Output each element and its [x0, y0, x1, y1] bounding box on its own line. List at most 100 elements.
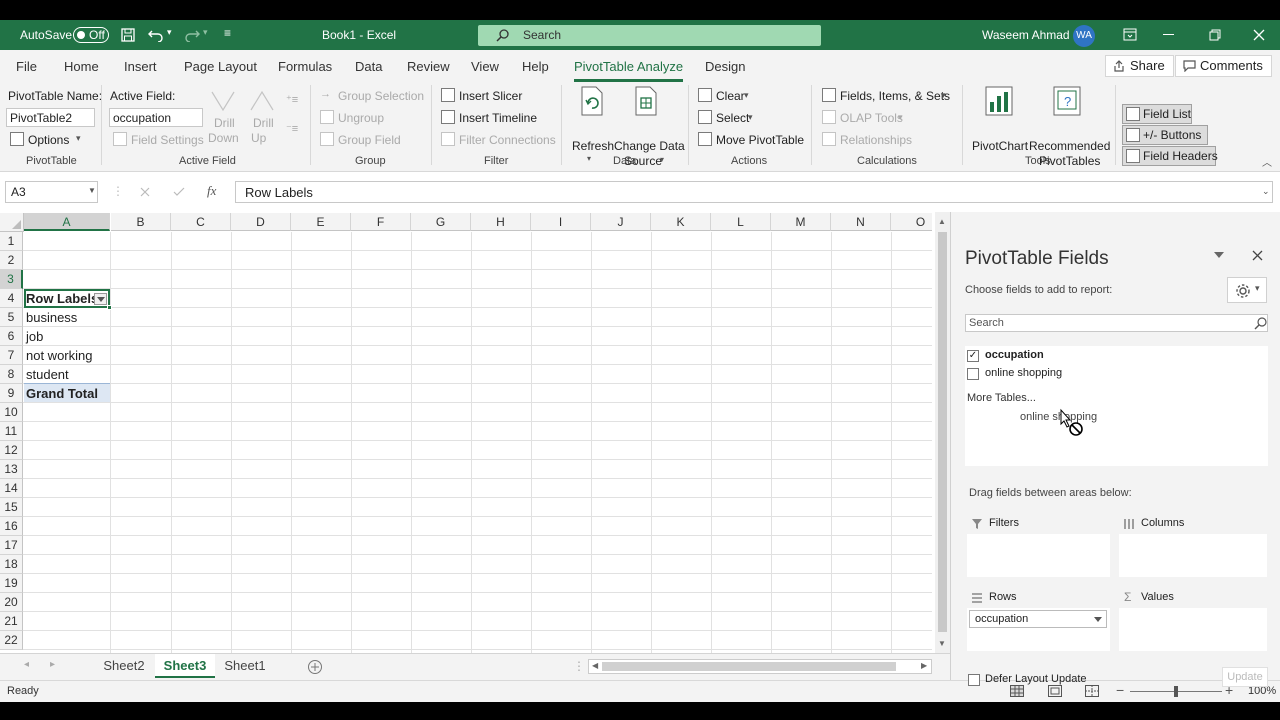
tab-split-icon[interactable]: ⋮ [573, 659, 585, 673]
column-header-a[interactable]: A [24, 213, 110, 231]
tab-home[interactable]: Home [64, 59, 99, 74]
column-header-i[interactable]: I [531, 213, 591, 231]
collapse-field-icon[interactable]: ⁻≡ [286, 122, 298, 135]
refresh-dropdown-icon[interactable]: ▾ [587, 154, 591, 163]
tools-button[interactable]: ▾ [1227, 277, 1267, 303]
field-occupation[interactable]: occupation [985, 349, 1044, 361]
group-selection-button[interactable]: Group Selection [338, 89, 424, 103]
fields-items-sets-dropdown-icon[interactable]: ▾ [941, 90, 946, 101]
row-header-11[interactable]: 11 [0, 422, 23, 441]
scroll-down-icon[interactable]: ▼ [938, 639, 946, 648]
row-header-6[interactable]: 6 [0, 327, 23, 346]
cell-a8[interactable]: Grand Total [24, 384, 98, 403]
field-headers-button[interactable]: Field Headers [1143, 149, 1218, 163]
scroll-right-icon[interactable]: ▶ [921, 661, 927, 670]
column-header-m[interactable]: M [771, 213, 831, 231]
row-header-5[interactable]: 5 [0, 308, 23, 327]
tab-data[interactable]: Data [355, 59, 382, 74]
tab-view[interactable]: View [471, 59, 499, 74]
row-header-21[interactable]: 21 [0, 612, 23, 631]
sheet-tab-sheet3[interactable]: Sheet3 [155, 654, 215, 678]
field-settings-button[interactable]: Field Settings [131, 133, 204, 147]
refresh-button[interactable]: Refresh [572, 139, 614, 153]
avatar[interactable]: WA [1073, 25, 1095, 47]
select-dropdown-icon[interactable]: ▾ [748, 112, 753, 123]
select-button[interactable]: Select [716, 111, 749, 125]
expand-field-icon[interactable]: ⁺≡ [286, 93, 298, 106]
row-header-10[interactable]: 10 [0, 403, 23, 422]
change-data-dropdown-icon[interactable]: ▾ [660, 155, 664, 164]
row-header-19[interactable]: 19 [0, 574, 23, 593]
update-button[interactable]: Update [1222, 667, 1268, 687]
minimize-icon[interactable] [1163, 34, 1175, 36]
user-name[interactable]: Waseem Ahmad [982, 28, 1070, 42]
sheet-tab-sheet2[interactable]: Sheet2 [95, 654, 153, 678]
row-header-7[interactable]: 7 [0, 346, 23, 365]
zoom-slider-thumb[interactable] [1174, 686, 1178, 697]
field-search-input[interactable]: Search [965, 314, 1268, 332]
clear-button[interactable]: Clear [716, 89, 745, 103]
row-header-18[interactable]: 18 [0, 555, 23, 574]
field-checkbox-occupation[interactable]: ✓ [967, 350, 979, 362]
drill-up-label-2[interactable]: Up [251, 131, 266, 145]
column-header-l[interactable]: L [711, 213, 771, 231]
pivottable-name-input[interactable]: PivotTable2 [6, 108, 95, 127]
row-header-17[interactable]: 17 [0, 536, 23, 555]
row-header-13[interactable]: 13 [0, 460, 23, 479]
defer-layout-checkbox[interactable] [968, 674, 980, 686]
insert-timeline-button[interactable]: Insert Timeline [459, 111, 537, 125]
customize-qat-icon[interactable]: ≡ [224, 26, 231, 40]
move-pivottable-button[interactable]: Move PivotTable [716, 133, 804, 147]
insert-function-icon[interactable]: fx [207, 183, 216, 199]
insert-slicer-button[interactable]: Insert Slicer [459, 89, 522, 103]
tab-pivottable-analyze[interactable]: PivotTable Analyze [574, 59, 684, 82]
sheet-tab-sheet1[interactable]: Sheet1 [216, 654, 274, 678]
tab-file[interactable]: File [16, 59, 37, 74]
rows-field-dropdown-icon[interactable] [1094, 617, 1102, 622]
group-field-button[interactable]: Group Field [338, 133, 401, 147]
columns-area[interactable] [1119, 534, 1267, 577]
row-header-12[interactable]: 12 [0, 441, 23, 460]
enter-icon[interactable] [173, 187, 185, 197]
options-button[interactable]: Options [28, 133, 69, 147]
collapse-ribbon-icon[interactable]: ︿ [1262, 154, 1272, 169]
search-box[interactable]: Search [478, 25, 821, 46]
clear-dropdown-icon[interactable]: ▾ [744, 90, 749, 101]
name-box-dropdown-icon[interactable]: ▼ [88, 186, 96, 195]
expand-formula-bar-icon[interactable]: ⌄ [1262, 186, 1270, 197]
formula-input[interactable]: Row Labels [235, 181, 1273, 203]
recommended-label-1[interactable]: Recommended [1029, 139, 1110, 153]
olap-tools-button[interactable]: OLAP Tools [840, 111, 903, 125]
name-box[interactable]: A3 [5, 181, 98, 203]
autosave-toggle[interactable]: Off [73, 27, 109, 43]
pivotchart-button[interactable]: PivotChart [972, 139, 1028, 153]
new-sheet-icon[interactable] [307, 659, 323, 675]
drill-down-label-1[interactable]: Drill [214, 116, 235, 130]
pane-close-icon[interactable] [1252, 250, 1263, 261]
share-button[interactable]: Share [1105, 55, 1174, 77]
page-break-view-icon[interactable] [1085, 685, 1099, 697]
tab-help[interactable]: Help [522, 59, 549, 74]
change-data-label-1[interactable]: Change Data [614, 139, 685, 153]
horizontal-scroll-thumb[interactable] [602, 662, 896, 671]
rows-field-occupation[interactable]: occupation [969, 610, 1107, 628]
column-header-o[interactable]: O [891, 213, 932, 231]
undo-icon[interactable] [148, 28, 164, 42]
row-header-2[interactable]: 2 [0, 251, 23, 270]
cell-a5[interactable]: job [24, 327, 43, 346]
field-checkbox-online-shopping[interactable] [967, 368, 979, 380]
column-header-j[interactable]: J [591, 213, 651, 231]
tab-page-layout[interactable]: Page Layout [184, 59, 257, 74]
tab-design[interactable]: Design [705, 59, 745, 74]
page-layout-view-icon[interactable] [1048, 685, 1062, 697]
cell-a4[interactable]: business [24, 308, 77, 327]
tab-formulas[interactable]: Formulas [278, 59, 332, 74]
more-tables-link[interactable]: More Tables... [967, 392, 1036, 404]
column-header-g[interactable]: G [411, 213, 471, 231]
field-list-button[interactable]: Field List [1143, 107, 1191, 121]
fields-items-sets-button[interactable]: Fields, Items, & Sets [840, 89, 950, 103]
cell-a7[interactable]: student [24, 365, 69, 384]
row-header-22[interactable]: 22 [0, 631, 23, 650]
vertical-scroll-thumb[interactable] [938, 232, 947, 632]
comments-button[interactable]: Comments [1175, 55, 1272, 77]
